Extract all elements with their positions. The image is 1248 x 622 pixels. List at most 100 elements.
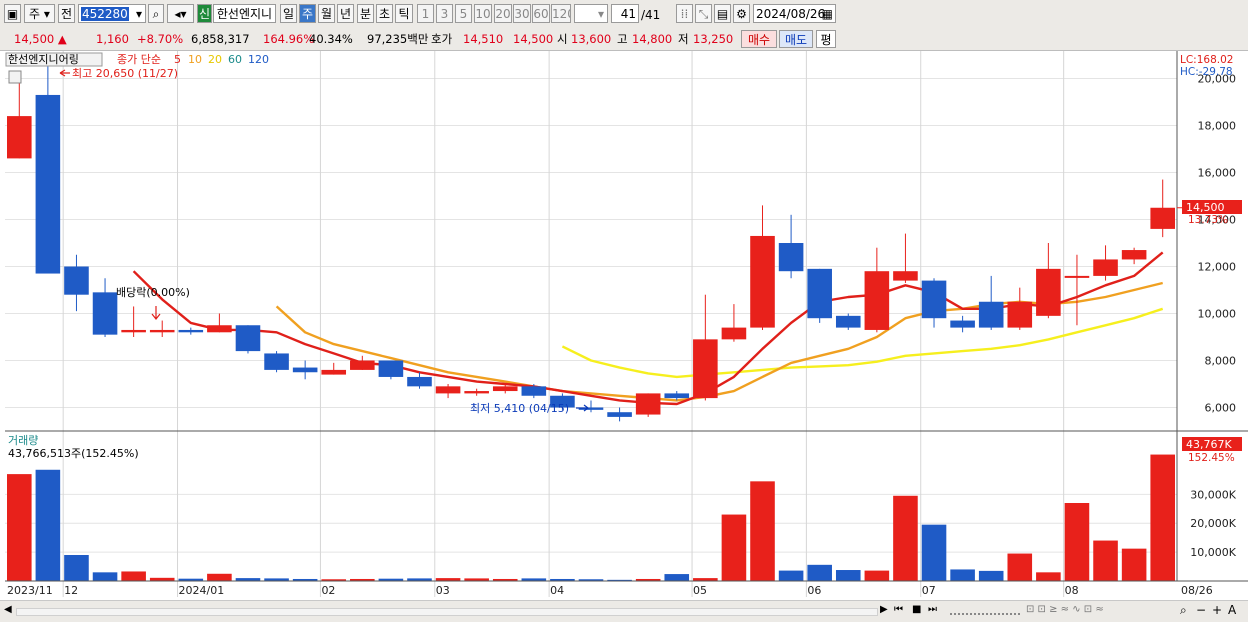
period-year-button[interactable]: 년 [337, 4, 354, 23]
candle-body [149, 329, 175, 333]
volume-bar [1036, 572, 1061, 581]
price-tag-value: 14,500 [1186, 201, 1225, 214]
x-tick-label: 02 [321, 584, 335, 597]
crosshair-icon[interactable]: ⤡ [695, 4, 712, 23]
candle-body [1007, 301, 1033, 328]
date-input[interactable]: 2024/08/26 ▦ [753, 4, 836, 23]
grid-toggle-icon[interactable] [8, 70, 22, 84]
interval-120-button[interactable]: 120 [551, 4, 571, 23]
price-candles [7, 63, 1175, 422]
eval-button-label: 평 [820, 33, 832, 47]
period-second-button[interactable]: 초 [376, 4, 393, 23]
candle-body [35, 94, 61, 274]
price-tick-label: 16,000 [1198, 167, 1237, 180]
chevron-down-icon[interactable]: ▾ [136, 5, 142, 22]
period-tick-button[interactable]: 틱 [395, 4, 413, 23]
scroll-left-icon[interactable]: ◀ [4, 604, 12, 615]
sell-button[interactable]: 매도 [779, 30, 813, 48]
interval-10-button[interactable]: 10 [474, 4, 492, 23]
volume-bar [778, 570, 804, 581]
interval-1-button[interactable]: 1 [417, 4, 434, 23]
stop-icon[interactable]: ■ [912, 604, 921, 615]
zoom-icon[interactable]: ⌕ [1180, 603, 1187, 618]
code-value: 452280 [81, 7, 129, 21]
x-tick-label: 05 [693, 584, 707, 597]
candle-body [464, 391, 489, 394]
zoom-out-icon[interactable]: − [1196, 603, 1206, 617]
candle-body [521, 386, 547, 396]
buy-button[interactable]: 매수 [741, 30, 777, 48]
candle-body [778, 243, 804, 272]
stock-name-field[interactable]: 한선엔지니 [213, 4, 276, 23]
down-arrow-icon [151, 306, 161, 320]
left-arrow-icon [59, 69, 70, 77]
chevron-down-icon[interactable]: ▾ [598, 5, 604, 22]
ma-period-5: 5 [174, 53, 181, 66]
volume-bars [7, 454, 1175, 581]
stock-label: 한선엔지니어링 [8, 53, 79, 66]
volume-bar [835, 570, 861, 581]
gear-icon[interactable]: ⚙ [733, 4, 750, 23]
candle-body [207, 325, 232, 333]
scroll-right-icon[interactable]: ▶ [880, 604, 888, 615]
bottom-scroll-bar: ◀ ▶ ⏮ ■ ⏭ ⊡ ⊡ ≥ ≈ ∿ ⊡ ≈ ⌕ − + A [0, 600, 1248, 622]
interval-custom-input[interactable]: ▾ [574, 4, 608, 23]
candle-body [635, 393, 661, 415]
toolbar: ▣ 주 ▾ 전 452280 ▾ ⌕ ◂▾ 신 한선엔지니 일 주 월 년 분 초… [0, 0, 1248, 29]
eval-button[interactable]: 평 [816, 30, 836, 48]
page-input[interactable]: 41 [611, 4, 639, 23]
candle-body [407, 376, 432, 387]
last-page-icon[interactable]: ⏭ [928, 604, 937, 615]
interval-5-button[interactable]: 5 [455, 4, 472, 23]
calendar-icon[interactable]: ▦ [822, 5, 833, 22]
candle-body [835, 315, 861, 328]
window-icon[interactable]: ▣ [4, 4, 21, 23]
horizontal-scrollbar[interactable] [16, 608, 878, 616]
zoom-in-icon[interactable]: + [1212, 603, 1222, 617]
open-label: 시 [557, 32, 568, 46]
candle-body [893, 271, 918, 281]
interval-60-label: 60 [533, 7, 549, 21]
x-tick-label: 2023/11 [7, 584, 53, 597]
volume-tick-label: 30,000K [1190, 488, 1236, 501]
code-input[interactable]: 452280 ▾ [78, 4, 146, 23]
price-tick-label: 18,000 [1198, 120, 1237, 133]
interval-30-button[interactable]: 30 [513, 4, 531, 23]
interval-60-button[interactable]: 60 [532, 4, 550, 23]
volume-bar [664, 574, 690, 581]
period-dropdown[interactable]: 주 ▾ [24, 4, 55, 23]
market-toggle[interactable]: 전 [58, 4, 75, 23]
compress-icon[interactable]: ⁞⁞ [676, 4, 693, 23]
new-badge: 신 [197, 4, 212, 23]
volume-bar [1007, 553, 1033, 581]
period-minute-button[interactable]: 분 [357, 4, 374, 23]
chart-area[interactable]: 20,00018,00016,00014,00012,00010,0008,00… [0, 51, 1248, 600]
volume-summary: 43,766,513주(152.45%) [8, 447, 139, 460]
ask-price: 14,510 [463, 32, 504, 46]
interval-20-button[interactable]: 20 [494, 4, 512, 23]
candle-body [235, 325, 261, 352]
period-week-button[interactable]: 주 [299, 4, 316, 23]
period-year-label: 년 [339, 7, 352, 21]
tool-icons[interactable]: ⊡ ⊡ ≥ ≈ ∿ ⊡ ≈ [1026, 604, 1104, 615]
text-size-icon[interactable]: A [1228, 603, 1236, 617]
period-month-button[interactable]: 월 [318, 4, 335, 23]
interval-3-button[interactable]: 3 [436, 4, 453, 23]
speaker-icon[interactable]: ◂▾ [167, 4, 194, 23]
candle-body [435, 386, 461, 394]
zoom-slider[interactable] [950, 609, 1020, 615]
period-day-button[interactable]: 일 [280, 4, 297, 23]
candle-body [978, 301, 1004, 328]
bid-price: 14,500 [513, 32, 554, 46]
save-icon[interactable]: ▤ [714, 4, 731, 23]
volume-bar [893, 495, 918, 581]
period-week-label: 주 [301, 7, 314, 21]
candle-body [750, 235, 775, 328]
search-icon[interactable]: ⌕ [148, 4, 164, 23]
high-price: 14,800 [632, 32, 673, 46]
first-page-icon[interactable]: ⏮ [894, 604, 903, 615]
candle-body [321, 369, 347, 375]
price-tick-label: 10,000 [1198, 308, 1237, 321]
volume-bar [1093, 540, 1118, 581]
price-tick-label: 6,000 [1205, 402, 1237, 415]
